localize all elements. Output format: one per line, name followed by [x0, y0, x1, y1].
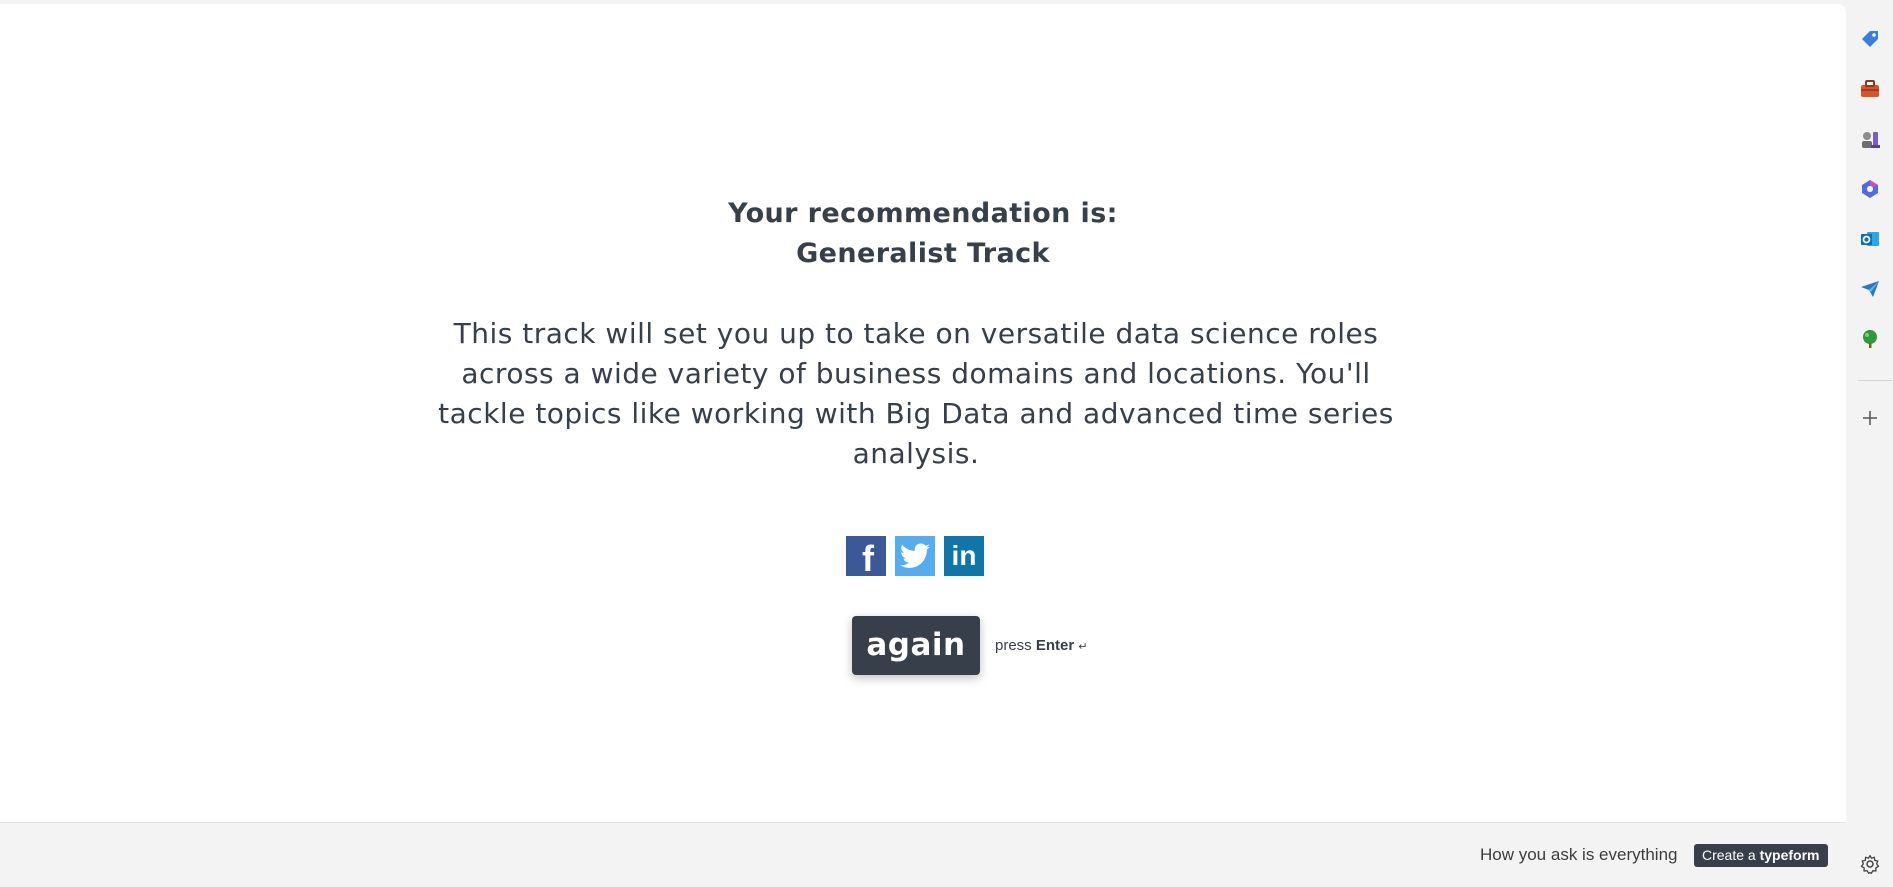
enter-icon: ↵	[1078, 641, 1088, 653]
typeform-footer: How you ask is everything Create a typef…	[0, 822, 1846, 887]
linkedin-icon: in	[951, 540, 977, 571]
tag-icon[interactable]	[1857, 26, 1883, 52]
hint-key: Enter	[1035, 637, 1075, 654]
chess-icon[interactable]	[1857, 126, 1883, 152]
recommendation-track-name: Generalist Track	[796, 238, 1050, 269]
twitter-share-button[interactable]	[895, 536, 935, 576]
again-button[interactable]: again	[852, 616, 980, 675]
outlook-icon[interactable]	[1857, 226, 1883, 252]
share-buttons: f in	[846, 536, 984, 579]
gear-icon[interactable]	[1857, 851, 1883, 877]
typeform-result-panel: Your recommendation is: Generalist Track…	[0, 4, 1846, 822]
recommendation-description: This track will set you up to take on ve…	[438, 317, 1394, 470]
plus-icon[interactable]	[1857, 405, 1883, 431]
footer-tagline: How you ask is everything	[1480, 845, 1678, 864]
twitter-icon	[900, 543, 930, 568]
recommendation-heading: Your recommendation is: Generalist Track	[0, 194, 1846, 274]
tree-icon[interactable]	[1857, 326, 1883, 352]
create-typeform-button[interactable]: Create a typeform	[1694, 844, 1828, 867]
facebook-share-button[interactable]: f	[846, 536, 886, 579]
create-prefix: Create a	[1702, 847, 1756, 863]
browser-sidebar	[1846, 0, 1893, 886]
sidebar-divider	[1858, 380, 1892, 381]
hint-prefix: press	[995, 637, 1032, 654]
linkedin-share-button[interactable]: in	[944, 536, 984, 576]
facebook-icon: f	[862, 538, 874, 579]
enter-key-hint: press Enter ↵	[995, 637, 1088, 654]
recommendation-label: Your recommendation is:	[728, 198, 1118, 229]
typeform-brand: typeform	[1759, 847, 1820, 863]
briefcase-icon[interactable]	[1857, 76, 1883, 102]
copilot-icon[interactable]	[1857, 176, 1883, 202]
send-icon[interactable]	[1857, 276, 1883, 302]
